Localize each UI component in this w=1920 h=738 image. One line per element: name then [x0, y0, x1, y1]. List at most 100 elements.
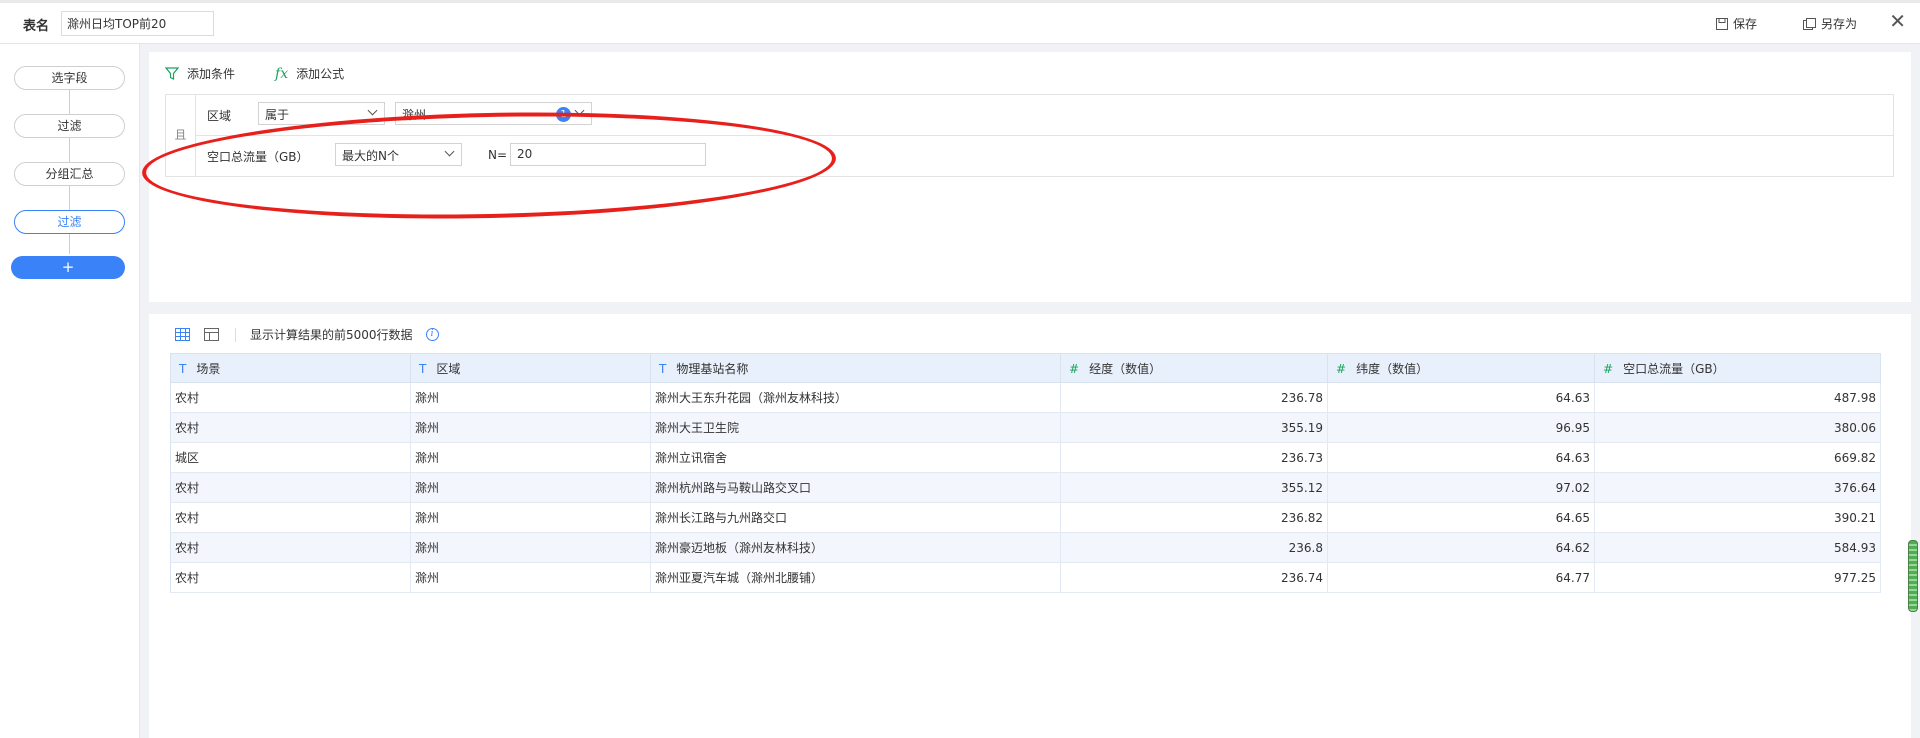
table-cell: 64.65 — [1327, 502, 1595, 533]
data-info-text: 显示计算结果的前5000行数据 — [250, 328, 413, 342]
column-header[interactable]: # 空口总流量（GB） — [1594, 353, 1881, 383]
chevron-down-icon — [367, 105, 378, 116]
column-header[interactable]: # 纬度（数值） — [1327, 353, 1595, 383]
table-row: 农村 滁州 滁州亚夏汽车城（滁州北腰铺） 236.74 64.77 977.25 — [170, 562, 1881, 593]
table-view-icon[interactable] — [204, 328, 219, 341]
table-row: 农村 滁州 滁州长江路与九州路交口 236.82 64.65 390.21 — [170, 502, 1881, 533]
operator-value: 属于 — [265, 108, 290, 122]
table-row: 农村 滁州 滁州大王卫生院 355.19 96.95 380.06 — [170, 412, 1881, 443]
step-filter[interactable]: 过滤 — [14, 114, 125, 138]
number-type-icon: # — [1069, 361, 1080, 376]
table-cell: 滁州 — [410, 472, 651, 503]
data-toolbar: 显示计算结果的前5000行数据 i — [175, 326, 439, 343]
condition-field: 区域 — [207, 109, 232, 123]
step-connector — [69, 234, 70, 254]
column-header[interactable]: T 区域 — [410, 353, 651, 383]
table-cell: 390.21 — [1594, 502, 1881, 533]
table-cell: 64.77 — [1327, 562, 1595, 593]
operator-select[interactable]: 最大的N个 — [335, 143, 462, 166]
table-cell: 669.82 — [1594, 442, 1881, 473]
table-name-label: 表名 — [23, 19, 50, 34]
add-condition-label: 添加条件 — [187, 67, 236, 81]
table-cell: 97.02 — [1327, 472, 1595, 503]
n-input[interactable]: 20 — [510, 143, 706, 166]
condition-field: 空口总流量（GB） — [207, 150, 309, 164]
column-header[interactable]: T 场景 — [170, 353, 411, 383]
add-condition-button[interactable]: 添加条件 — [165, 65, 235, 82]
data-panel: 显示计算结果的前5000行数据 i T 场景 T 区域 T 物理基站名称 # 经度（数值… — [149, 314, 1911, 738]
add-formula-label: 添加公式 — [296, 67, 345, 81]
result-table: T 场景 T 区域 T 物理基站名称 # 经度（数值） # 纬度（数值） # 空口总流量（G… — [170, 353, 1881, 593]
column-name: 纬度（数值） — [1356, 361, 1429, 376]
table-cell: 农村 — [170, 502, 411, 533]
table-cell: 农村 — [170, 472, 411, 503]
number-type-icon: # — [1336, 361, 1347, 376]
formula-icon: fx — [275, 65, 289, 82]
column-header[interactable]: # 经度（数值） — [1060, 353, 1328, 383]
column-name: 经度（数值） — [1089, 361, 1162, 376]
step-panel: 选字段 过滤 分组汇总 过滤 + — [0, 44, 140, 738]
table-cell: 236.74 — [1060, 562, 1328, 593]
column-name: 场景 — [196, 361, 221, 376]
table-cell: 城区 — [170, 442, 411, 473]
table-cell: 农村 — [170, 532, 411, 563]
table-cell: 236.78 — [1060, 382, 1328, 413]
table-cell: 滁州杭州路与马鞍山路交叉口 — [650, 472, 1061, 503]
table-name-input[interactable]: 滁州日均TOP前20 — [61, 11, 214, 36]
table-cell: 滁州 — [410, 382, 651, 413]
scrollbar-thumb[interactable] — [1908, 540, 1918, 612]
table-cell: 355.12 — [1060, 472, 1328, 503]
text-type-icon: T — [419, 361, 427, 376]
table-row: 农村 滁州 滁州大王东升花园（滁州友林科技） 236.78 64.63 487.… — [170, 382, 1881, 413]
column-name: 空口总流量（GB） — [1623, 361, 1725, 376]
info-icon[interactable]: i — [425, 328, 439, 341]
table-cell: 滁州 — [410, 562, 651, 593]
condition-row-traffic: 空口总流量（GB） 最大的N个 N= 20 — [196, 136, 1893, 177]
save-label: 保存 — [1733, 17, 1758, 31]
filter-panel: 添加条件 fx 添加公式 且 区域 属于 滁州 1 空口总流量（GB） 最大的N… — [149, 52, 1911, 302]
table-cell: 滁州大王东升花园（滁州友林科技） — [650, 382, 1061, 413]
table-cell: 355.19 — [1060, 412, 1328, 443]
table-cell: 64.62 — [1327, 532, 1595, 563]
close-icon[interactable]: ✕ — [1889, 11, 1906, 31]
step-select-fields[interactable]: 选字段 — [14, 66, 125, 90]
condition-group: 且 区域 属于 滁州 1 空口总流量（GB） 最大的N个 N= 20 — [165, 94, 1894, 177]
table-cell: 236.8 — [1060, 532, 1328, 563]
save-as-label: 另存为 — [1821, 17, 1858, 31]
table-cell: 滁州 — [410, 442, 651, 473]
table-cell: 977.25 — [1594, 562, 1881, 593]
step-group-summary[interactable]: 分组汇总 — [14, 162, 125, 186]
table-cell: 滁州 — [410, 532, 651, 563]
funnel-icon — [165, 67, 179, 80]
step-filter-active[interactable]: 过滤 — [14, 210, 125, 234]
toolbar-divider — [235, 327, 236, 342]
filter-toolbar: 添加条件 fx 添加公式 — [165, 65, 344, 82]
table-cell: 滁州大王卫生院 — [650, 412, 1061, 443]
table-cell: 236.82 — [1060, 502, 1328, 533]
column-name: 区域 — [436, 361, 461, 376]
chevron-down-icon — [574, 105, 585, 116]
table-cell: 滁州 — [410, 412, 651, 443]
save-button[interactable]: 保存 — [1716, 15, 1757, 32]
text-type-icon: T — [659, 361, 667, 376]
operator-value: 最大的N个 — [342, 149, 399, 163]
grid-view-icon[interactable] — [175, 328, 190, 341]
table-cell: 380.06 — [1594, 412, 1881, 443]
column-header[interactable]: T 物理基站名称 — [650, 353, 1061, 383]
add-formula-button[interactable]: fx 添加公式 — [275, 65, 344, 82]
operator-select[interactable]: 属于 — [258, 102, 385, 125]
column-name: 物理基站名称 — [676, 361, 749, 376]
n-label: N= — [488, 148, 508, 162]
add-step-button[interactable]: + — [11, 256, 125, 279]
table-cell: 236.73 — [1060, 442, 1328, 473]
save-as-button[interactable]: 另存为 — [1803, 15, 1857, 32]
table-cell: 滁州 — [410, 502, 651, 533]
save-as-icon — [1803, 17, 1816, 30]
table-cell: 农村 — [170, 382, 411, 413]
chevron-down-icon — [444, 146, 455, 157]
table-cell: 农村 — [170, 412, 411, 443]
value-text: 滁州 — [402, 108, 427, 122]
value-select[interactable]: 滁州 1 — [395, 102, 592, 125]
table-row: 农村 滁州 滁州豪迈地板（滁州友林科技） 236.8 64.62 584.93 — [170, 532, 1881, 563]
logic-and-toggle[interactable]: 且 — [166, 95, 196, 176]
